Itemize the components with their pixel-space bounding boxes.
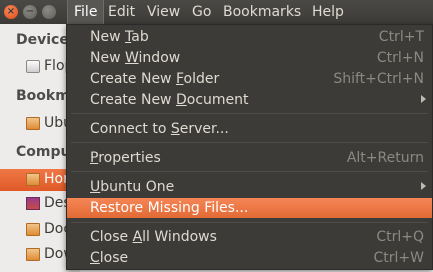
menu-item-new-window[interactable]: New Window Ctrl+N <box>67 48 432 68</box>
folder-icon <box>26 117 40 130</box>
home-folder-icon <box>26 173 40 186</box>
desktop-icon <box>26 197 40 210</box>
menu-item-label: Ubuntu One <box>90 179 175 195</box>
menu-item-label: Properties <box>90 150 161 166</box>
menu-item-label: New Window <box>90 50 181 66</box>
menu-item-label: Close All Windows <box>90 229 217 245</box>
menu-item-create-new-folder[interactable]: Create New Folder Shift+Ctrl+N <box>67 69 432 89</box>
minimize-window-button[interactable]: − <box>23 5 37 19</box>
menu-separator <box>71 113 428 114</box>
menu-item-close[interactable]: Close Ctrl+W <box>67 248 432 268</box>
folder-icon <box>26 248 40 261</box>
menu-item-shortcut: Ctrl+T <box>378 29 424 45</box>
menu-file[interactable]: File <box>67 0 105 24</box>
floppy-drive-icon <box>26 60 40 73</box>
menu-item-properties[interactable]: Properties Alt+Return <box>67 148 432 168</box>
maximize-window-button[interactable] <box>42 5 56 19</box>
submenu-arrow-icon <box>421 182 426 190</box>
menu-separator <box>71 222 428 223</box>
menu-item-label: Create New Document <box>90 92 249 108</box>
menu-item-create-new-document[interactable]: Create New Document <box>67 90 432 110</box>
menu-item-shortcut: Ctrl+N <box>376 50 424 66</box>
submenu-arrow-icon <box>421 95 426 103</box>
menu-item-shortcut: Ctrl+W <box>373 250 424 266</box>
folder-icon <box>26 223 40 236</box>
menu-item-label: Close <box>90 250 129 266</box>
menu-separator <box>71 142 428 143</box>
menu-help[interactable]: Help <box>306 0 350 24</box>
menu-edit[interactable]: Edit <box>102 0 141 24</box>
file-menu-dropdown: New Tab Ctrl+T New Window Ctrl+N Create … <box>66 24 433 270</box>
close-window-button[interactable]: × <box>4 5 18 19</box>
menu-separator <box>71 171 428 172</box>
menu-item-label: Create New Folder <box>90 71 220 87</box>
menu-bookmarks[interactable]: Bookmarks <box>217 0 307 24</box>
menu-item-ubuntu-one[interactable]: Ubuntu One <box>67 177 432 197</box>
menu-item-connect-to-server[interactable]: Connect to Server... <box>67 119 432 139</box>
menu-item-shortcut: Alt+Return <box>346 150 424 166</box>
menu-item-close-all-windows[interactable]: Close All Windows Ctrl+Q <box>67 227 432 247</box>
menu-item-label: Connect to Server... <box>90 121 229 137</box>
menu-item-shortcut: Shift+Ctrl+N <box>333 71 424 87</box>
menu-item-label: New Tab <box>90 29 149 45</box>
menu-view[interactable]: View <box>141 0 186 24</box>
top-menubar: × − File Edit View Go Bookmarks Help <box>0 0 433 24</box>
menu-item-shortcut: Ctrl+Q <box>376 229 424 245</box>
menu-item-label: Restore Missing Files... <box>90 200 249 216</box>
menu-item-new-tab[interactable]: New Tab Ctrl+T <box>67 27 432 47</box>
menu-go[interactable]: Go <box>186 0 217 24</box>
menu-item-restore-missing-files[interactable]: Restore Missing Files... <box>67 198 432 218</box>
